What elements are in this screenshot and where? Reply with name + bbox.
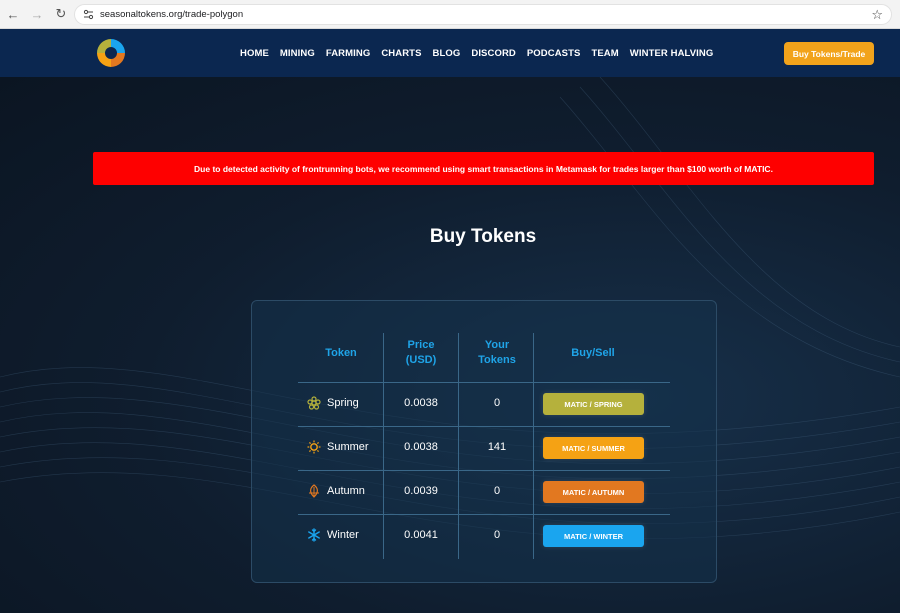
row-divider [298, 426, 670, 427]
main-content: Due to detected activity of frontrunning… [0, 77, 900, 613]
nav-home[interactable]: HOME [240, 48, 269, 59]
column-divider [533, 333, 534, 559]
nav-charts[interactable]: CHARTS [381, 48, 421, 59]
token-autumn: Autumn [307, 484, 365, 498]
nav-winter-halving[interactable]: WINTER HALVING [630, 48, 714, 59]
header-buy-sell: Buy/Sell [571, 347, 615, 359]
main-nav: HOME MINING FARMING CHARTS BLOG DISCORD … [240, 29, 724, 77]
price-winter: 0.0041 [404, 529, 438, 541]
page-title: Buy Tokens [429, 226, 537, 247]
nav-podcasts[interactable]: PODCASTS [527, 48, 581, 59]
matic-summer-button[interactable]: MATIC / SUMMER [543, 437, 644, 459]
site-settings-icon[interactable] [82, 9, 94, 21]
nav-discord[interactable]: DISCORD [471, 48, 516, 59]
browser-toolbar: ← → ↻ seasonaltokens.org/trade-polygon ☆ [0, 0, 900, 29]
sun-icon [307, 440, 321, 454]
row-divider [298, 382, 670, 383]
column-divider [383, 333, 384, 559]
address-bar[interactable]: seasonaltokens.org/trade-polygon ☆ [74, 4, 892, 25]
your-tokens-spring: 0 [493, 397, 501, 409]
snowflake-icon [307, 528, 321, 542]
matic-autumn-button[interactable]: MATIC / AUTUMN [543, 481, 644, 503]
frontrunning-warning-banner: Due to detected activity of frontrunning… [93, 152, 874, 185]
your-tokens-autumn: 0 [493, 485, 501, 497]
price-spring: 0.0038 [404, 397, 438, 409]
site-header: HOME MINING FARMING CHARTS BLOG DISCORD … [0, 29, 900, 77]
forward-arrow-icon[interactable]: → [26, 3, 48, 25]
flower-icon [307, 396, 321, 410]
tokens-table-card: Token Price (USD) Your Tokens Buy/Sell S… [251, 300, 717, 583]
row-divider [298, 514, 670, 515]
buy-tokens-trade-button[interactable]: Buy Tokens/Trade [784, 42, 874, 65]
nav-team[interactable]: TEAM [591, 48, 618, 59]
bookmark-star-icon[interactable]: ☆ [871, 7, 883, 23]
token-summer: Summer [307, 440, 369, 454]
row-divider [298, 470, 670, 471]
back-arrow-icon[interactable]: ← [2, 3, 24, 25]
header-token: Token [325, 347, 357, 359]
url-text: seasonaltokens.org/trade-polygon [100, 9, 244, 20]
leaf-icon [307, 484, 321, 498]
nav-mining[interactable]: MINING [280, 48, 315, 59]
nav-blog[interactable]: BLOG [433, 48, 461, 59]
matic-spring-button[interactable]: MATIC / SPRING [543, 393, 644, 415]
price-autumn: 0.0039 [404, 485, 438, 497]
token-winter: Winter [307, 528, 359, 542]
your-tokens-summer: 141 [487, 441, 507, 453]
reload-icon[interactable]: ↻ [50, 3, 72, 25]
header-price-usd: Price (USD) [405, 339, 437, 366]
price-summer: 0.0038 [404, 441, 438, 453]
seasonal-tokens-logo[interactable] [94, 36, 128, 70]
matic-winter-button[interactable]: MATIC / WINTER [543, 525, 644, 547]
header-your-tokens: Your Tokens [478, 339, 516, 366]
your-tokens-winter: 0 [493, 529, 501, 541]
column-divider [458, 333, 459, 559]
token-spring: Spring [307, 396, 359, 410]
nav-farming[interactable]: FARMING [326, 48, 371, 59]
